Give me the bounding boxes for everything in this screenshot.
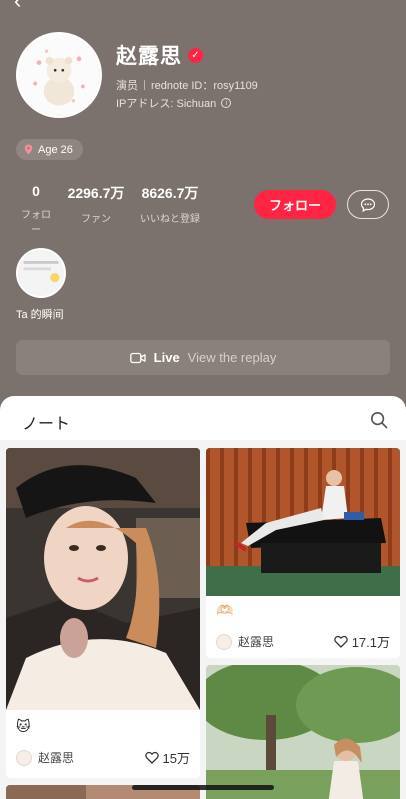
story-highlight[interactable]: [16, 248, 66, 298]
stat-label: フォロー: [21, 210, 51, 236]
heart-icon: [333, 635, 348, 648]
stat-label: いいねと登録: [140, 214, 200, 225]
avatar-illustration: [18, 34, 100, 116]
ip-location: IPアドレス: Sichuan: [116, 98, 217, 110]
profile-id[interactable]: rednote ID：rosy1109: [151, 77, 258, 93]
note-cover-image: [206, 665, 400, 799]
note-author[interactable]: 赵露思: [16, 749, 74, 766]
tab-notes[interactable]: ノート: [22, 410, 70, 434]
note-title: 🐱: [16, 718, 31, 734]
stat-value: 0: [32, 183, 40, 199]
chevron-left-icon[interactable]: ‹: [14, 0, 32, 12]
live-label: Live: [153, 350, 180, 365]
home-indicator[interactable]: [132, 785, 274, 790]
note-cover-image: [206, 448, 400, 596]
avatar: [16, 749, 32, 766]
search-icon[interactable]: [370, 411, 388, 429]
stat-fans[interactable]: 2296.7万 ファン: [62, 183, 130, 225]
note-title: 🫶🏻: [216, 602, 234, 618]
profile-name: 赵露思: [116, 45, 182, 68]
author-name: 赵露思: [238, 635, 275, 649]
live-replay-bar[interactable]: Live View the replay: [16, 340, 390, 375]
note-cover-image: [6, 448, 200, 710]
avatar[interactable]: [16, 32, 102, 118]
stat-likes-saves[interactable]: 8626.7万 いいねと登録: [135, 183, 205, 225]
message-button[interactable]: [347, 190, 389, 219]
divider: [144, 80, 145, 90]
profile-header: ‹ 赵露思 ✓ 演员 rednote ID：rosy1109 IPアドレス: S…: [0, 0, 406, 400]
like-count: 15万: [162, 751, 190, 766]
note-card[interactable]: 🐱 赵露思 15万: [6, 448, 200, 778]
age-tag: Age 26: [16, 139, 83, 160]
like-count: 17.1万: [351, 635, 390, 650]
author-name: 赵露思: [38, 751, 75, 765]
like-button[interactable]: 17.1万: [333, 632, 390, 651]
stat-value: 8626.7万: [141, 185, 199, 201]
location-pin-icon: [24, 144, 33, 155]
live-sub-label: View the replay: [187, 350, 277, 365]
stat-following[interactable]: 0 フォロー: [20, 183, 52, 236]
video-camera-icon: [129, 352, 146, 363]
follow-button[interactable]: フォロー: [254, 190, 336, 219]
message-bubble-icon: [360, 197, 376, 212]
age-label: Age 26: [38, 143, 73, 156]
verified-badge-icon: ✓: [188, 47, 203, 63]
avatar: [216, 633, 232, 650]
note-card[interactable]: 🫶🏻 赵露思 17.1万: [206, 448, 400, 658]
note-card[interactable]: [206, 665, 400, 799]
notes-sheet: ノート 🐱 赵露思 15万 🫶🏻 赵露思 17.1万: [0, 396, 406, 799]
profile-role: 演员: [116, 80, 138, 92]
stat-label: ファン: [81, 214, 111, 225]
like-button[interactable]: 15万: [144, 748, 190, 767]
info-icon[interactable]: i: [221, 98, 232, 108]
stat-value: 2296.7万: [67, 185, 125, 201]
heart-icon: [144, 751, 159, 764]
story-label: Ta 的瞬间: [16, 309, 64, 321]
note-author[interactable]: 赵露思: [216, 633, 274, 650]
story-thumbnail: [18, 250, 64, 296]
